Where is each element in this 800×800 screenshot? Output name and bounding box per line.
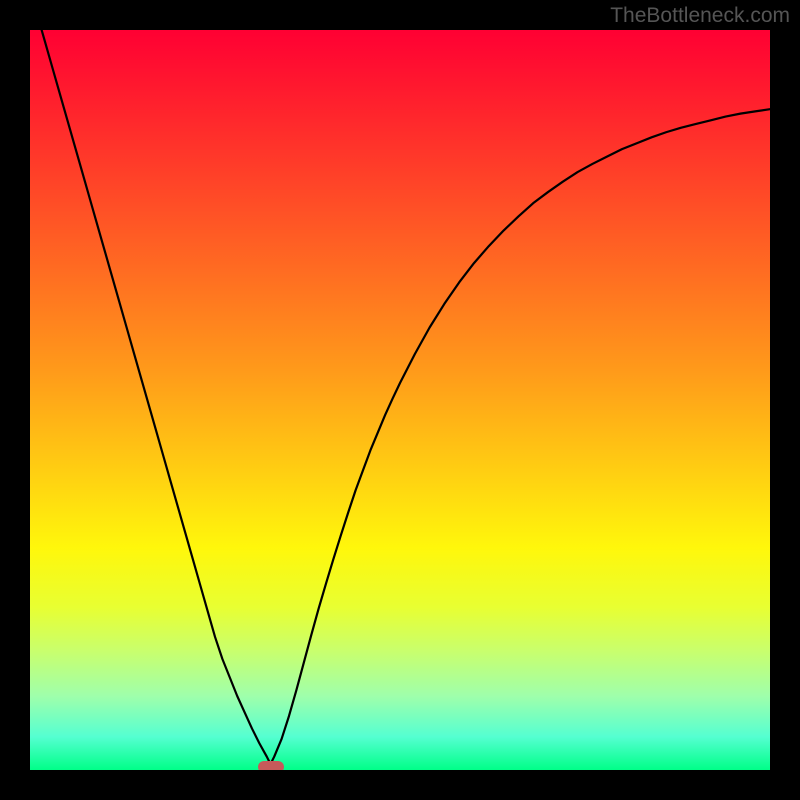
watermark: TheBottleneck.com	[610, 4, 790, 28]
plot-area	[30, 30, 770, 770]
bottleneck-curve	[30, 30, 770, 770]
optimal-marker	[258, 761, 284, 770]
